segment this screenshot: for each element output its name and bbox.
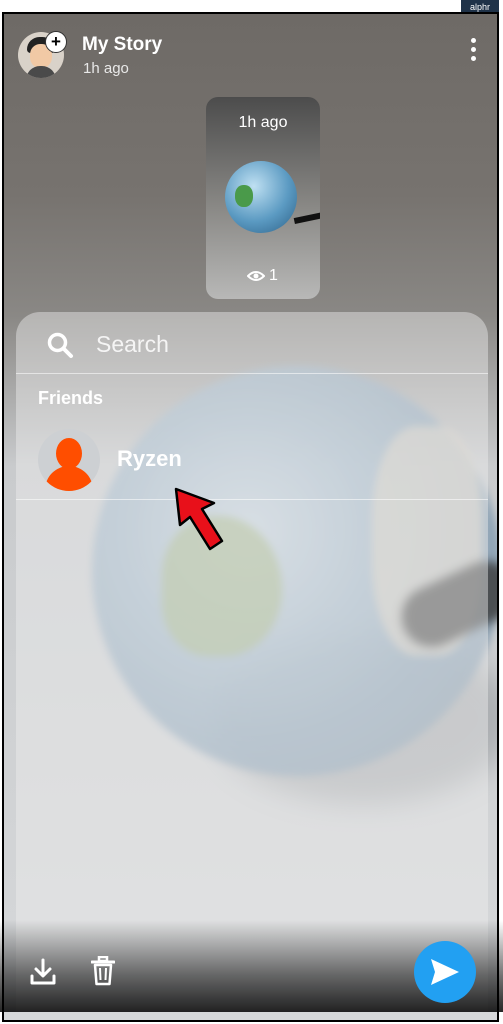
send-icon xyxy=(431,959,459,985)
send-button[interactable] xyxy=(414,941,476,1003)
view-count-number: 1 xyxy=(269,267,278,284)
view-count: 1 xyxy=(247,267,278,285)
download-icon[interactable] xyxy=(30,958,56,986)
friend-row-ryzen[interactable]: Ryzen xyxy=(16,426,488,498)
story-timestamp: 1h ago xyxy=(83,60,129,77)
eye-icon xyxy=(247,271,265,281)
red-arrow-annotation xyxy=(174,487,224,551)
avatar-placeholder-body xyxy=(45,466,93,491)
friends-section-label: Friends xyxy=(38,388,104,408)
avatar-body xyxy=(26,66,56,78)
story-snap-thumbnail[interactable]: 1h ago 1 xyxy=(206,97,320,299)
divider xyxy=(16,499,488,500)
more-vertical-icon[interactable] xyxy=(466,38,480,66)
friend-name[interactable]: Ryzen xyxy=(117,446,182,472)
divider xyxy=(16,373,488,374)
trash-icon[interactable] xyxy=(91,956,115,986)
dot xyxy=(471,38,476,43)
snap-timestamp: 1h ago xyxy=(238,114,288,131)
snap-cable-image xyxy=(293,211,320,225)
friend-avatar[interactable] xyxy=(38,429,100,491)
globe-landmass xyxy=(235,185,253,207)
avatar-placeholder-head xyxy=(56,438,82,469)
dot xyxy=(471,56,476,61)
story-title: My Story xyxy=(82,34,163,55)
snap-globe-image xyxy=(225,161,297,233)
viewers-sheet xyxy=(16,312,488,1012)
search-icon[interactable] xyxy=(46,331,74,359)
dot xyxy=(471,47,476,52)
search-input[interactable]: Search xyxy=(96,331,169,358)
add-to-story-icon[interactable]: + xyxy=(45,31,67,53)
